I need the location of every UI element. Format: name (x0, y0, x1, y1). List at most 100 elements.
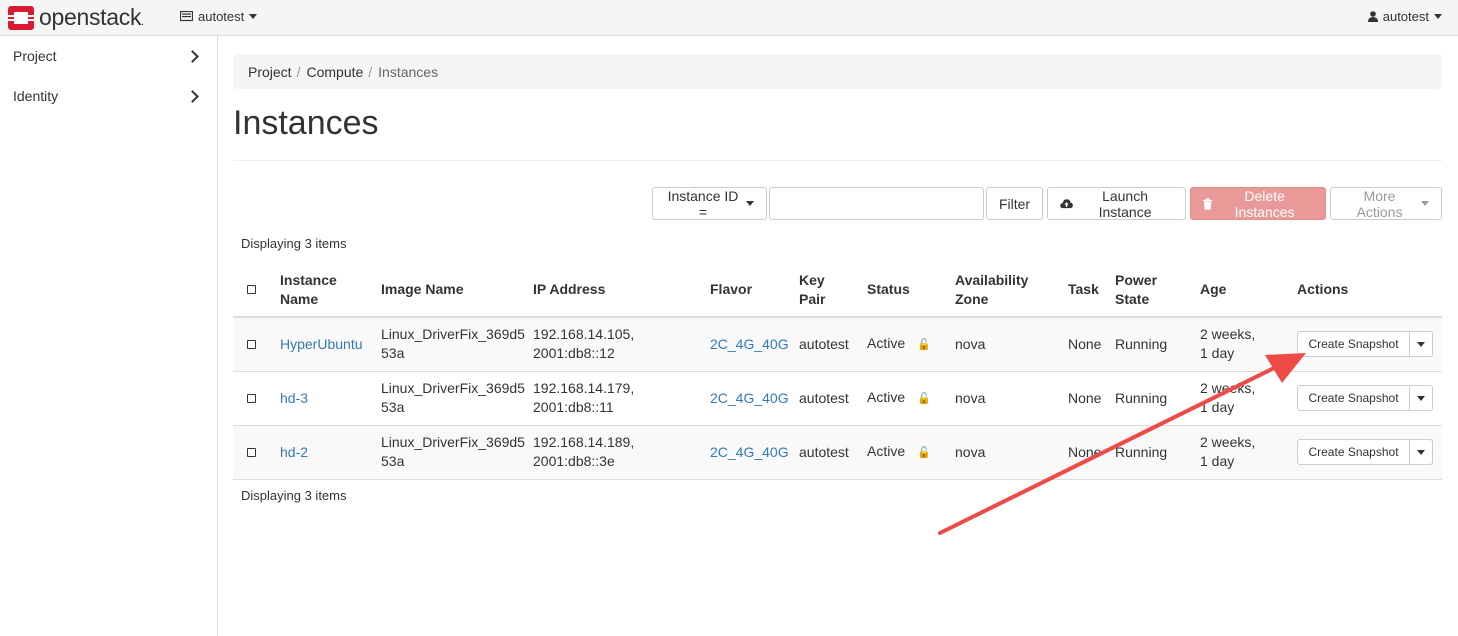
image-name-cell: Linux_DriverFix_369d5 53a (381, 371, 533, 426)
cell-line: 1 day (1200, 453, 1235, 469)
availability-zone-cell: nova (955, 317, 1068, 372)
create-snapshot-button[interactable]: Create Snapshot (1297, 331, 1410, 358)
row-checkbox[interactable] (247, 339, 256, 349)
select-all-checkbox[interactable] (247, 285, 256, 294)
row-actions-dropdown[interactable] (1410, 385, 1433, 411)
filter-field-dropdown[interactable]: Instance ID = (652, 187, 767, 220)
instance-name-link[interactable]: hd-2 (280, 444, 308, 460)
header-line: Key (799, 271, 825, 288)
power-state-cell: Running (1115, 371, 1200, 426)
col-task[interactable]: Task (1068, 263, 1115, 318)
status-cell: Active 🔓 (867, 425, 955, 480)
row-checkbox[interactable] (247, 393, 256, 403)
row-actions-group: Create Snapshot (1297, 439, 1434, 465)
instance-name-cell: HyperUbuntu (280, 317, 381, 372)
breadcrumb-compute[interactable]: Compute (306, 64, 363, 80)
row-actions-group: Create Snapshot (1297, 385, 1434, 411)
project-selector[interactable]: autotest (180, 9, 258, 24)
ip-address-cell: 192.168.14.189, 2001:db8::3e (533, 425, 710, 480)
col-status[interactable]: Status (867, 263, 955, 318)
user-name: autotest (1382, 9, 1429, 24)
caret-down-icon (1417, 449, 1425, 455)
col-age[interactable]: Age (1200, 263, 1297, 318)
cell-line: 2001:db8::12 (533, 345, 615, 362)
header-line: Zone (955, 290, 989, 307)
age-cell: 2 weeks, 1 day (1200, 425, 1297, 480)
delete-instances-label: Delete Instances (1234, 187, 1295, 220)
delete-instances-button[interactable]: Delete Instances (1190, 187, 1326, 220)
lock-icon: 🔓 (917, 446, 931, 459)
trash-icon (1203, 197, 1213, 210)
col-availability-zone[interactable]: Availability Zone (955, 263, 1068, 318)
image-name-cell: Linux_DriverFix_369d5 53a (381, 425, 533, 480)
breadcrumb-separator: / (368, 63, 373, 80)
col-image-name[interactable]: Image Name (381, 263, 533, 318)
cell-line: Linux_DriverFix_369d5 (381, 380, 525, 396)
key-pair-cell: autotest (799, 425, 867, 480)
table-row: hd-3 Linux_DriverFix_369d5 53a 192.168.14… (233, 371, 1442, 426)
cell-line: 1 day (1200, 345, 1235, 362)
filter-button[interactable]: Filter (986, 187, 1043, 220)
task-cell: None (1068, 371, 1115, 426)
instance-name-link[interactable]: HyperUbuntu (280, 336, 363, 352)
row-actions-dropdown[interactable] (1410, 439, 1433, 465)
header-line: State (1115, 290, 1150, 307)
user-menu[interactable]: autotest (1367, 9, 1442, 24)
image-name-cell: Linux_DriverFix_369d5 53a (381, 317, 533, 372)
cell-line: 53a (381, 453, 405, 469)
row-checkbox[interactable] (247, 447, 256, 457)
ip-address-cell: 192.168.14.179, 2001:db8::11 (533, 371, 710, 426)
col-instance-name[interactable]: Instance Name (280, 263, 381, 318)
row-actions-dropdown[interactable] (1410, 331, 1433, 358)
status-cell: Active 🔓 (867, 317, 955, 372)
col-actions: Actions (1297, 263, 1442, 318)
ip-address-cell: 192.168.14.105, 2001:db8::12 (533, 317, 710, 372)
col-key-pair[interactable]: Key Pair (799, 263, 867, 318)
launch-instance-button[interactable]: Launch Instance (1047, 187, 1186, 220)
col-power-state[interactable]: Power State (1115, 263, 1200, 318)
launch-instance-label: Launch Instance (1098, 187, 1152, 220)
col-ip-address[interactable]: IP Address (533, 263, 710, 318)
sidebar-item-identity[interactable]: Identity (0, 76, 217, 116)
key-pair-cell: autotest (799, 371, 867, 426)
instance-name-link[interactable]: hd-3 (280, 390, 308, 406)
filter-field-label: Instance ID = (667, 187, 739, 220)
flavor-cell: 2C_4G_40G (710, 317, 799, 372)
task-cell: None (1068, 425, 1115, 480)
col-flavor[interactable]: Flavor (710, 263, 799, 318)
availability-zone-cell: nova (955, 425, 1068, 480)
breadcrumb-project[interactable]: Project (248, 64, 292, 80)
table-toolbar: Instance ID = Filter Launch Instance Del… (652, 187, 1442, 220)
sidebar-item-project[interactable]: Project (0, 36, 217, 76)
chevron-right-icon (186, 49, 199, 63)
brand[interactable]: openstack. (7, 4, 144, 31)
age-cell: 2 weeks, 1 day (1200, 371, 1297, 426)
user-icon (1367, 11, 1378, 22)
table-row: HyperUbuntu Linux_DriverFix_369d5 53a 192… (233, 317, 1442, 372)
sidebar: Project Identity (0, 36, 218, 636)
cell-line: 53a (381, 345, 405, 362)
brand-mark: . (141, 17, 144, 28)
table-header-row: Instance Name Image Name IP Address Flavo… (233, 263, 1442, 318)
status-text: Active (867, 334, 906, 351)
monitor-icon (180, 11, 193, 22)
sidebar-item-label: Identity (13, 88, 59, 104)
cell-line: 2 weeks, (1200, 434, 1256, 450)
sidebar-item-label: Project (13, 48, 57, 64)
flavor-link[interactable]: 2C_4G_40G (710, 390, 789, 406)
cell-line: 192.168.14.189, (533, 434, 635, 450)
more-actions-button[interactable]: More Actions (1330, 187, 1442, 220)
flavor-link[interactable]: 2C_4G_40G (710, 336, 789, 352)
caret-down-icon (1417, 341, 1425, 347)
filter-input[interactable] (769, 187, 984, 220)
flavor-link[interactable]: 2C_4G_40G (710, 444, 789, 460)
openstack-logo-icon (8, 5, 34, 30)
status-text: Active (867, 388, 906, 405)
caret-down-icon (746, 201, 754, 206)
caret-down-icon (1421, 201, 1429, 206)
create-snapshot-button[interactable]: Create Snapshot (1297, 385, 1410, 411)
actions-cell: Create Snapshot (1297, 317, 1442, 372)
create-snapshot-button[interactable]: Create Snapshot (1297, 439, 1410, 465)
brand-name: openstack. (39, 4, 144, 30)
row-select-cell (233, 425, 280, 480)
